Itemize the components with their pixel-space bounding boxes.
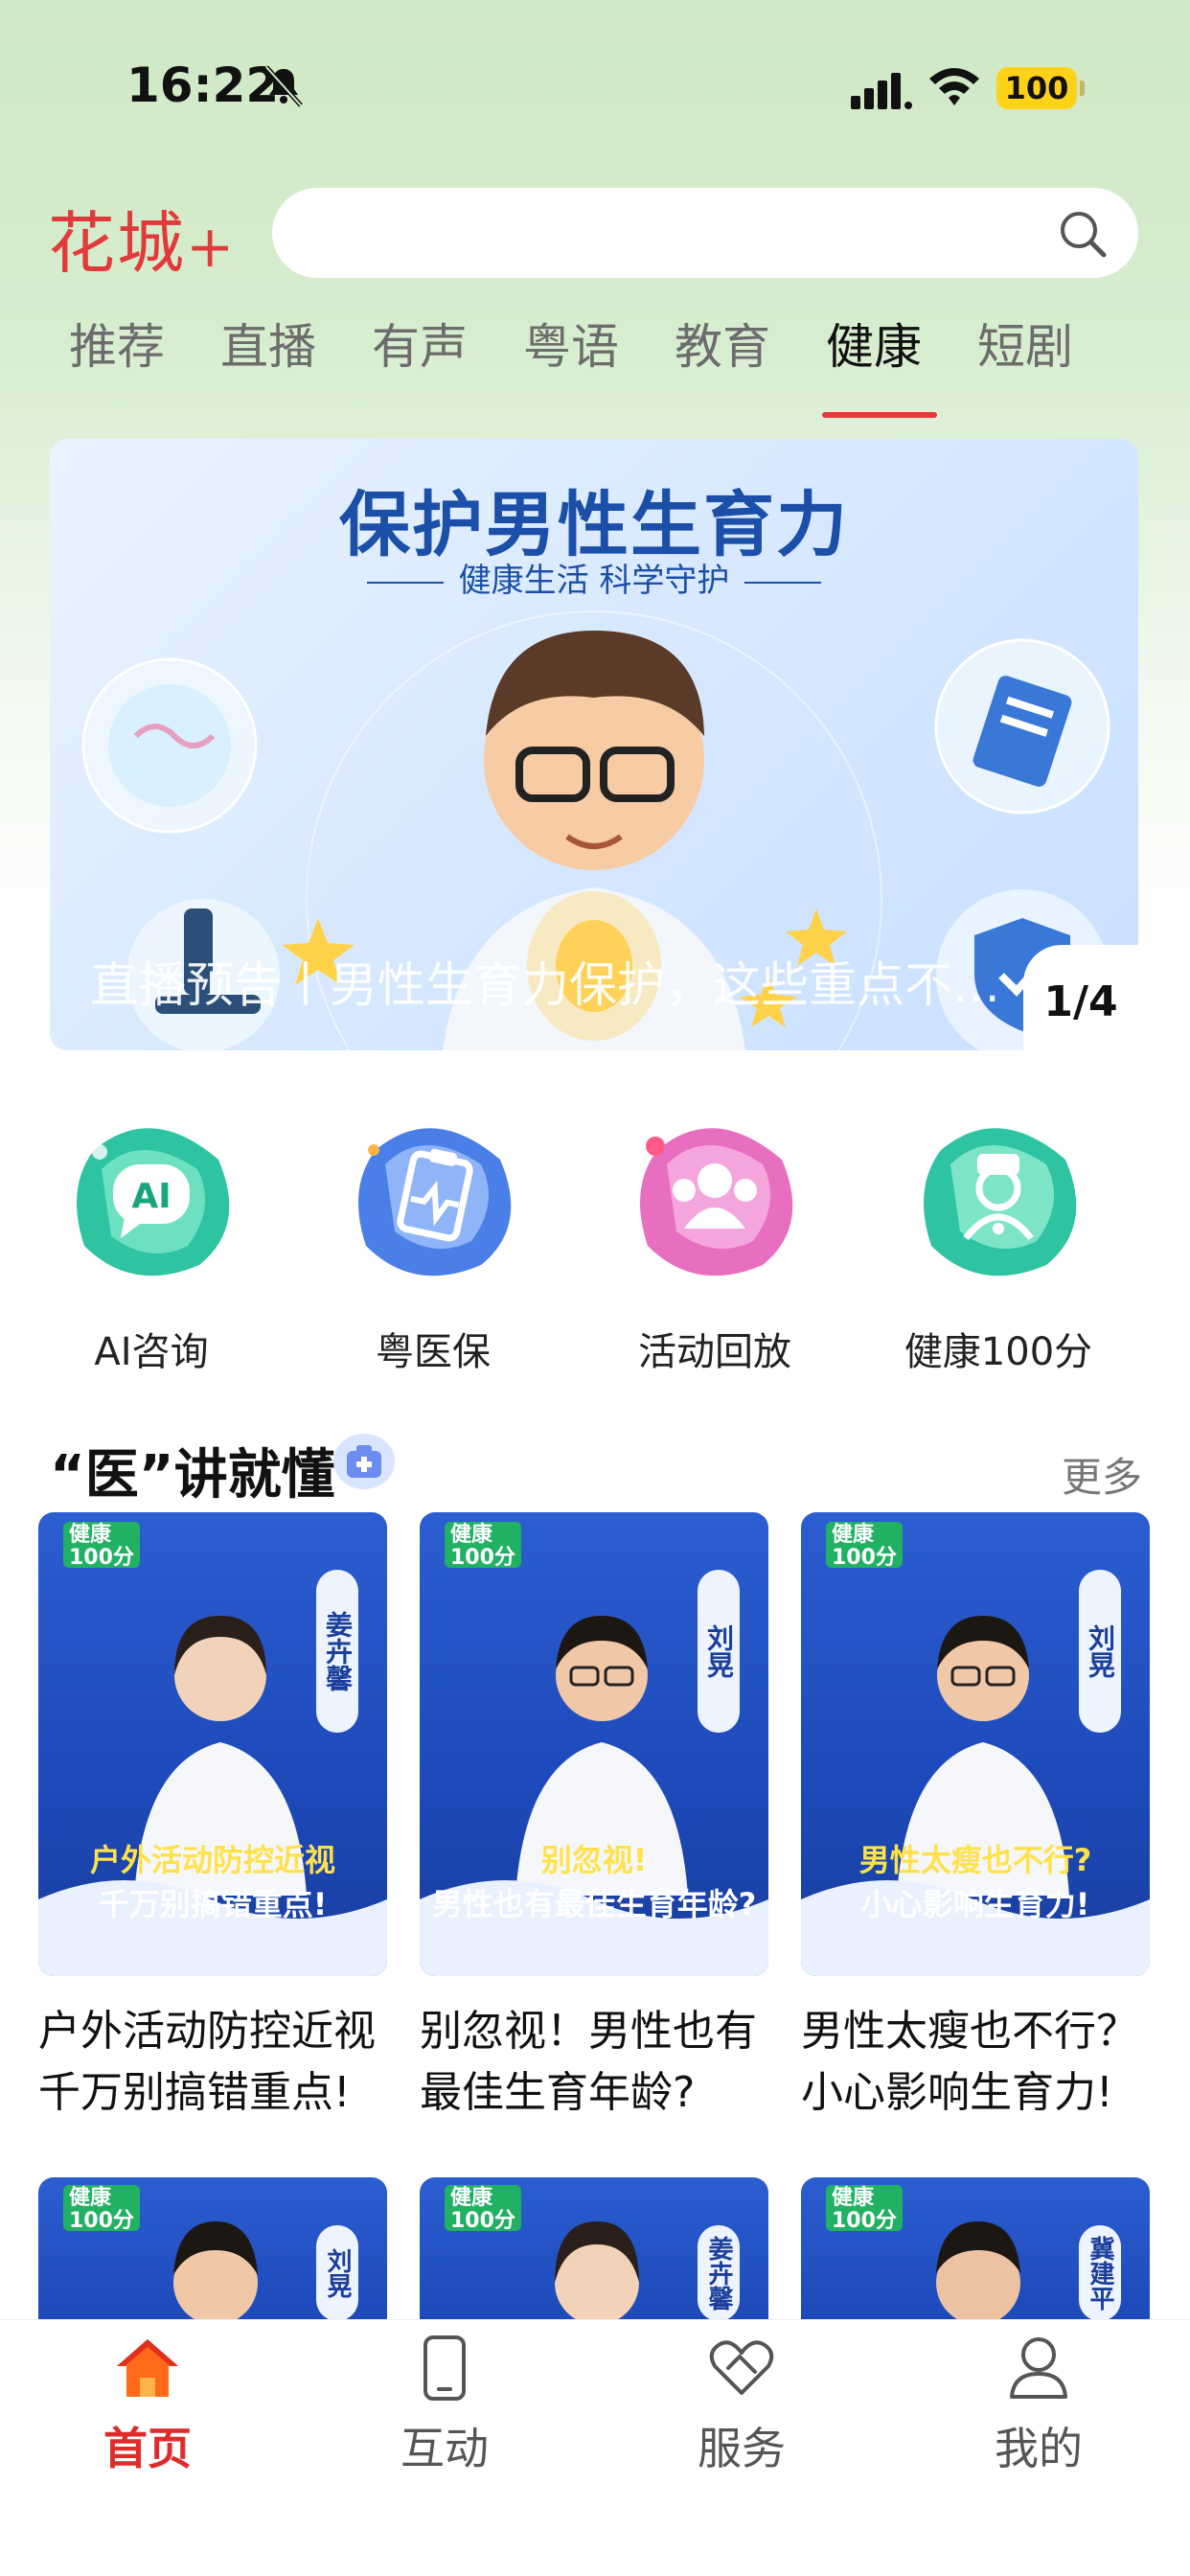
video-thumbnail: 健康100分 刘晃 男性太瘦也不行? 小心影响生育力! xyxy=(801,1512,1150,1976)
overlay-line-1: 户外活动防控近视 xyxy=(89,1842,335,1878)
hero-banner[interactable]: 保护男性生育力 健康生活 科学守护 直播预告丨男性生育力保护，这些重点不… 1/… xyxy=(50,439,1138,1050)
thumbnail-overlay-text: 别忽视! 男性也有最佳生育年龄? xyxy=(420,1836,768,1924)
medical-insurance-icon xyxy=(358,1128,512,1276)
card-title: 别忽视！男性也有最佳生育年龄? xyxy=(420,2007,757,2117)
tab-cantonese[interactable]: 粤语 xyxy=(523,309,619,378)
video-thumbnail: 健康100分 姜卉馨 户外活动防控近视 千万别搞错重点! xyxy=(38,1512,387,1976)
quick-entry-label: 粤医保 xyxy=(376,1330,491,1374)
quick-entry-label: AI咨询 xyxy=(94,1330,209,1374)
overlay-line-2: 男性也有最佳生育年龄? xyxy=(431,1886,757,1922)
cellular-signal-icon xyxy=(851,73,912,109)
nav-profile[interactable]: 我的 xyxy=(943,2320,1134,2512)
home-icon xyxy=(117,2339,178,2397)
thumbnail-overlay-text: 男性太瘦也不行? 小心影响生育力! xyxy=(801,1836,1150,1924)
section-title: “医”讲就懂 xyxy=(50,1444,335,1506)
nav-label: 服务 xyxy=(698,2423,786,2474)
quick-entry-label: 健康100分 xyxy=(904,1330,1093,1374)
heart-hands-icon xyxy=(709,2340,774,2395)
logo-text: 花城 xyxy=(48,204,186,283)
group-replay-icon xyxy=(640,1128,793,1276)
nav-label: 互动 xyxy=(400,2423,489,2474)
more-link[interactable]: 更多 xyxy=(1062,1445,1142,1504)
quick-entry-grid: AI AI咨询 粤医保 活动回放 健康100分 xyxy=(0,1112,1190,1380)
phone-icon xyxy=(423,2335,466,2401)
health-100-tag: 健康100分 xyxy=(63,1522,140,1570)
card-title: 男性太瘦也不行？小心影响生育力! xyxy=(801,2007,1138,2117)
logo-plus: + xyxy=(186,214,237,281)
doctor-portrait xyxy=(555,2221,639,2321)
overlay-line-1: 男性太瘦也不行? xyxy=(858,1842,1092,1878)
quick-entry-ai-consult[interactable]: AI AI咨询 xyxy=(27,1112,257,1380)
banner-caption: 直播预告丨男性生育力保护，这些重点不… xyxy=(90,957,1000,1013)
tab-audio[interactable]: 有声 xyxy=(372,309,468,378)
video-thumbnail: 健康100分 刘晃 别忽视! 男性也有最佳生育年龄? xyxy=(420,1512,768,1976)
user-icon xyxy=(1010,2337,1067,2399)
video-card[interactable]: 健康100分 冀建平 xyxy=(801,2177,1150,2321)
quick-entry-medical-insurance[interactable]: 粤医保 xyxy=(309,1112,538,1380)
card-title: 户外活动防控近视 千万别搞错重点! xyxy=(38,2007,376,2117)
status-bar: 16:22 100 xyxy=(0,0,1190,163)
status-time: 16:22 xyxy=(126,58,280,113)
doctor-icon xyxy=(924,1128,1077,1276)
quick-entry-event-replay[interactable]: 活动回放 xyxy=(590,1112,820,1380)
health-100-tag: 健康100分 xyxy=(826,2185,903,2233)
medical-kit-icon xyxy=(333,1434,395,1489)
nav-label: 首页 xyxy=(103,2423,192,2474)
app-logo[interactable]: 花城+ xyxy=(48,190,236,287)
tab-health[interactable]: 健康 xyxy=(826,309,922,378)
video-card[interactable]: 健康100分 姜卉馨 xyxy=(420,2177,768,2321)
doctor-portrait xyxy=(936,2221,1020,2321)
health-100-tag: 健康100分 xyxy=(826,1522,903,1570)
svg-text:AI: AI xyxy=(131,1177,171,1216)
health-100-tag: 健康100分 xyxy=(63,2185,140,2233)
bottom-navigation: 首页 互动 服务 我的 xyxy=(0,2319,1190,2576)
doctor-portrait xyxy=(173,2221,258,2321)
quick-entry-health-100[interactable]: 健康100分 xyxy=(874,1112,1104,1380)
doctor-name: 姜卉馨 xyxy=(698,2225,740,2321)
battery-indicator: 100 xyxy=(996,67,1085,109)
bell-muted-icon xyxy=(264,65,303,107)
ai-chat-icon: AI xyxy=(77,1128,230,1276)
active-tab-indicator xyxy=(822,412,937,418)
category-tabs: 推荐 直播 有声 粤语 教育 健康 短剧 xyxy=(38,309,1169,414)
video-card[interactable]: 健康100分 刘晃 xyxy=(38,2177,387,2321)
overlay-line-1: 别忽视! xyxy=(540,1842,648,1878)
wifi-icon xyxy=(929,68,979,105)
tab-live[interactable]: 直播 xyxy=(220,309,316,378)
quick-entry-label: 活动回放 xyxy=(638,1330,791,1374)
thumbnail-overlay-text: 户外活动防控近视 千万别搞错重点! xyxy=(38,1836,387,1924)
doctor-name: 刘晃 xyxy=(316,2225,358,2321)
search-bar[interactable] xyxy=(272,188,1138,278)
doctor-name: 冀建平 xyxy=(1079,2225,1121,2321)
tab-recommend[interactable]: 推荐 xyxy=(69,309,165,378)
tab-short-drama[interactable]: 短剧 xyxy=(977,309,1073,378)
nav-service[interactable]: 服务 xyxy=(646,2320,837,2512)
banner-page-indicator: 1/4 xyxy=(1023,945,1138,1050)
tab-education[interactable]: 教育 xyxy=(675,309,770,378)
nav-home[interactable]: 首页 xyxy=(52,2320,243,2512)
overlay-line-2: 千万别搞错重点! xyxy=(98,1886,328,1922)
nav-interact[interactable]: 互动 xyxy=(349,2320,540,2512)
search-icon[interactable] xyxy=(1056,207,1110,261)
overlay-line-2: 小心影响生育力! xyxy=(860,1886,1090,1922)
nav-label: 我的 xyxy=(995,2423,1083,2474)
health-100-tag: 健康100分 xyxy=(445,2185,521,2233)
health-100-tag: 健康100分 xyxy=(445,1522,521,1570)
